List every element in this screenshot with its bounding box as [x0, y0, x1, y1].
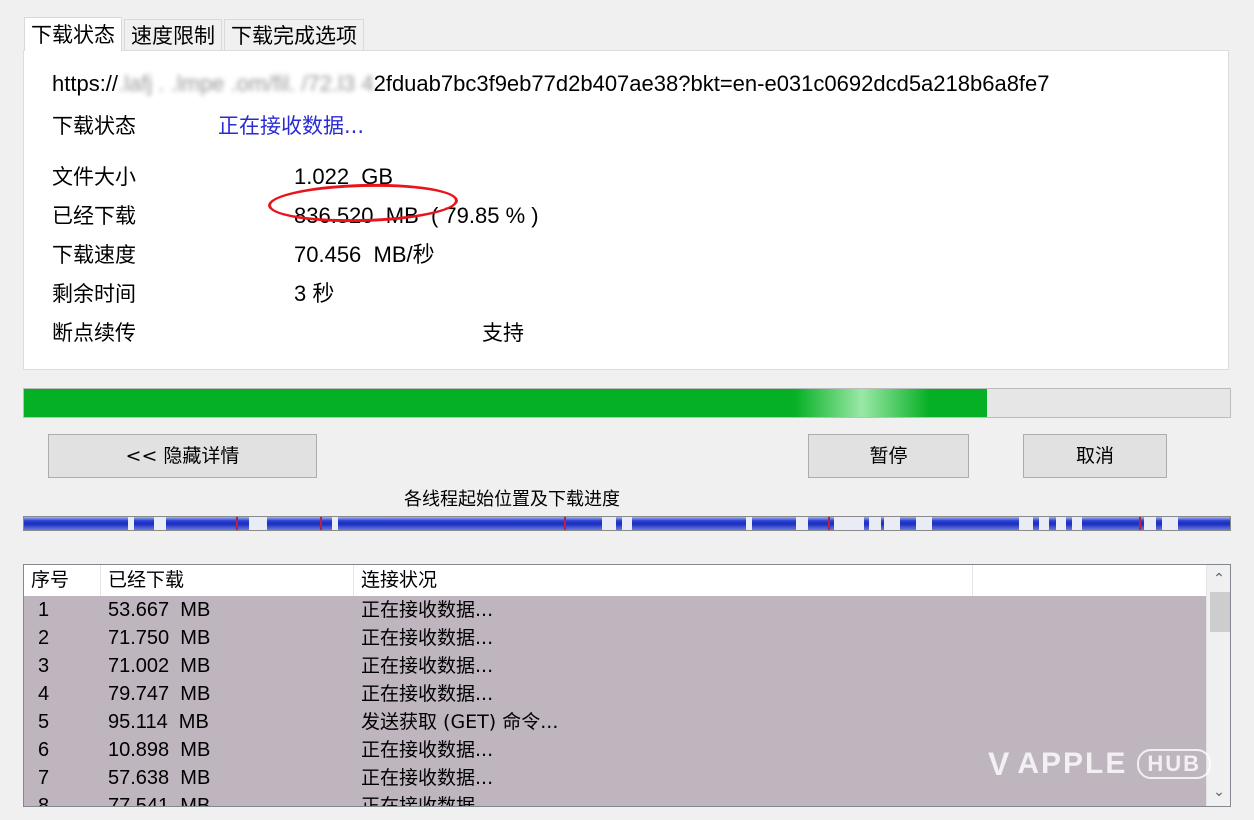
scroll-thumb[interactable]	[1210, 592, 1230, 632]
row-connection-status: 发送获取 (GET) 命令...	[361, 711, 559, 733]
row-downloaded: 71.750 MB	[108, 627, 211, 649]
table-row[interactable]: 2 71.750 MB 正在接收数据...	[24, 624, 1206, 652]
watermark-mark: V	[988, 745, 1012, 782]
watermark-badge: HUB	[1137, 749, 1212, 779]
table-header: 序号 已经下载 连接状况	[24, 565, 1206, 596]
tab-download-status[interactable]: 下载状态	[24, 17, 122, 51]
table-row[interactable]: 5 95.114 MB 发送获取 (GET) 命令...	[24, 708, 1206, 736]
progress-fill	[24, 389, 987, 417]
column-header-downloaded[interactable]: 已经下载	[101, 565, 354, 596]
thread-gap	[916, 517, 932, 530]
resume-support-label: 断点续传	[52, 321, 136, 345]
status-label: 下载状态	[52, 114, 136, 138]
thread-gap	[746, 517, 752, 530]
thread-gap	[1056, 517, 1066, 530]
row-connection-status: 正在接收数据...	[361, 655, 494, 677]
tab-strip: 下载状态 速度限制 下载完成选项	[24, 17, 366, 51]
thread-marker	[1139, 517, 1141, 530]
row-connection-status: 正在接收数据...	[361, 599, 494, 621]
table-row[interactable]: 4 79.747 MB 正在接收数据...	[24, 680, 1206, 708]
thread-gap	[834, 517, 864, 530]
download-details-panel: https://.lafj . .lmpe .om/fil. /72.l3 42…	[23, 50, 1229, 370]
row-index: 4	[38, 683, 50, 705]
row-connection-status: 正在接收数据...	[361, 683, 494, 705]
thread-gap	[622, 517, 632, 530]
column-header-empty[interactable]	[973, 565, 1206, 596]
speed-value: 70.456 MB/秒	[294, 242, 435, 267]
url-rest: 2fduab7bc3f9eb77d2b407ae38?bkt=en-e031c0…	[373, 71, 1050, 96]
scroll-up-icon[interactable]: ⌃	[1207, 567, 1230, 591]
thread-gap	[249, 517, 267, 530]
cancel-button[interactable]: 取消	[1023, 434, 1167, 478]
hide-details-button[interactable]: << 隐藏详情	[48, 434, 317, 478]
thread-gap	[796, 517, 808, 530]
row-connection-status: 正在接收数据...	[361, 627, 494, 649]
row-connection-status: 正在接收数据...	[361, 739, 494, 761]
row-downloaded: 53.667 MB	[108, 599, 211, 621]
row-downloaded: 57.638 MB	[108, 767, 211, 789]
thread-gap	[1019, 517, 1033, 530]
download-progress-bar	[23, 388, 1231, 418]
row-index: 2	[38, 627, 50, 649]
status-value: 正在接收数据...	[218, 114, 365, 138]
tab-speed-limit[interactable]: 速度限制	[124, 19, 222, 51]
remaining-time-label: 剩余时间	[52, 282, 136, 306]
row-index: 6	[38, 739, 50, 761]
thread-gap	[1039, 517, 1049, 530]
table-row[interactable]: 1 53.667 MB 正在接收数据...	[24, 596, 1206, 624]
thread-marker	[320, 517, 322, 530]
thread-gap	[154, 517, 166, 530]
row-downloaded: 79.747 MB	[108, 683, 211, 705]
thread-gap	[128, 517, 134, 530]
row-connection-status: 正在接收数据...	[361, 767, 494, 789]
thread-gap	[332, 517, 338, 530]
column-header-index[interactable]: 序号	[24, 565, 101, 596]
thread-marker	[828, 517, 830, 530]
url-prefix: https://	[52, 71, 119, 96]
row-index: 7	[38, 767, 50, 789]
threads-progress-map	[23, 516, 1231, 531]
row-index: 5	[38, 711, 50, 733]
row-downloaded: 71.002 MB	[108, 655, 211, 677]
table-row[interactable]: 3 71.002 MB 正在接收数据...	[24, 652, 1206, 680]
remaining-time-value: 3 秒	[294, 281, 335, 306]
thread-marker	[236, 517, 238, 530]
speed-label: 下载速度	[52, 243, 136, 267]
row-downloaded: 77.541 MB	[108, 795, 211, 807]
watermark-logo: V APPLE HUB	[988, 745, 1212, 782]
thread-gap	[1144, 517, 1156, 530]
pause-button[interactable]: 暂停	[808, 434, 969, 478]
table-row[interactable]: 8 77.541 MB 正在接收数据...	[24, 792, 1206, 807]
row-downloaded: 95.114 MB	[108, 711, 209, 733]
thread-gap	[884, 517, 900, 530]
thread-gap	[1162, 517, 1178, 530]
thread-gap	[602, 517, 616, 530]
thread-marker	[564, 517, 566, 530]
row-index: 1	[38, 599, 50, 621]
scroll-down-icon[interactable]: ⌄	[1207, 780, 1230, 804]
tab-completion-options[interactable]: 下载完成选项	[224, 19, 364, 51]
url-obscured: .lafj . .lmpe .om/fil. /72.l3 4	[118, 71, 374, 96]
download-url: https://.lafj . .lmpe .om/fil. /72.l3 42…	[52, 69, 1202, 99]
row-index: 8	[38, 795, 50, 807]
row-index: 3	[38, 655, 50, 677]
downloaded-label: 已经下载	[52, 204, 136, 228]
file-size-label: 文件大小	[52, 165, 136, 189]
row-connection-status: 正在接收数据...	[361, 795, 494, 807]
row-downloaded: 10.898 MB	[108, 739, 211, 761]
thread-gap	[1072, 517, 1082, 530]
resume-support-value: 支持	[482, 321, 524, 345]
thread-gap	[869, 517, 881, 530]
column-header-connection-status[interactable]: 连接状况	[354, 565, 973, 596]
watermark-text: APPLE	[1017, 747, 1128, 780]
threads-progress-label: 各线程起始位置及下载进度	[404, 489, 620, 510]
